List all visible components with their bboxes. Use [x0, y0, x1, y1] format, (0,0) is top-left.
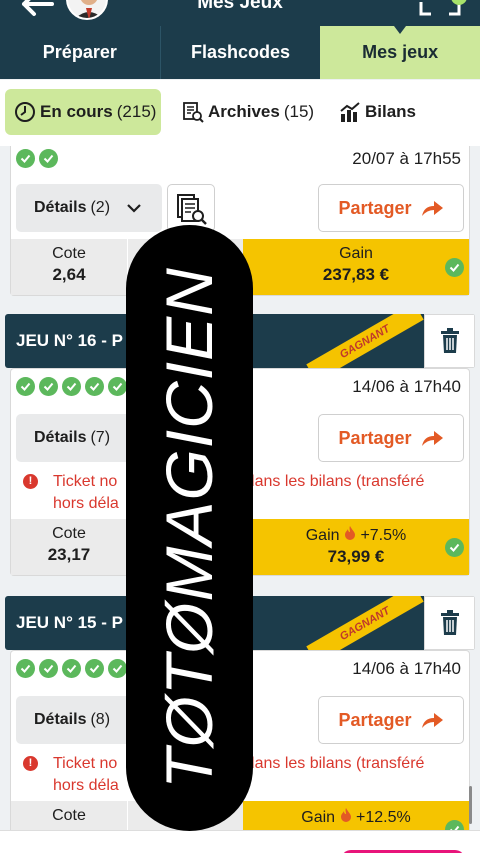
- details-button[interactable]: Détails (2): [16, 184, 162, 232]
- gain-value: 237,83 €: [322, 265, 390, 284]
- odds-label: Cote: [52, 245, 86, 262]
- result-checks: [16, 659, 131, 678]
- share-button[interactable]: Partager: [318, 414, 464, 462]
- gain-box: Gain +7.5% 73,99 €: [243, 519, 469, 575]
- subtab-en-cours-label: En cours: [40, 102, 113, 121]
- subtab-en-cours[interactable]: En cours (215): [5, 89, 161, 135]
- game-date: 20/07 à 17h55: [352, 149, 461, 168]
- top-bar: Mes Jeux: [0, 0, 480, 26]
- odds-label: Cote: [52, 807, 86, 824]
- share-label: Partager: [338, 197, 412, 218]
- warning-text-end: e dans les bilans (transféré: [232, 755, 425, 772]
- warning-text-line2: hors déla: [53, 495, 119, 512]
- trash-icon: [440, 610, 459, 635]
- sub-tabs: En cours (215) Archives (15) Bilans: [0, 80, 480, 146]
- result-checks: [16, 149, 62, 168]
- details-count: (8): [90, 711, 111, 728]
- scrollbar[interactable]: [469, 786, 472, 824]
- delete-button[interactable]: [424, 314, 475, 368]
- gain-label: Gain: [305, 527, 340, 544]
- details-label: Détails: [34, 199, 87, 216]
- check-icon: [445, 258, 464, 277]
- odds-value: 2,64: [52, 265, 86, 284]
- odds-box: Cote 23,17: [11, 519, 127, 575]
- check-icon: [39, 659, 58, 678]
- active-tab-caret: [394, 26, 407, 34]
- check-icon: [85, 377, 104, 396]
- gain-value: 73,99 €: [327, 547, 385, 566]
- game-date: 14/06 à 17h40: [352, 659, 461, 678]
- check-icon: [16, 149, 35, 168]
- trash-icon: [440, 328, 459, 353]
- alert-icon: !: [23, 474, 38, 489]
- winner-ribbon: GAGNANT: [306, 596, 424, 650]
- tab-mes-jeux[interactable]: Mes jeux: [320, 26, 480, 79]
- delete-button[interactable]: [424, 596, 475, 650]
- clock-icon: [15, 102, 35, 122]
- subtab-bilans-label: Bilans: [365, 102, 417, 121]
- details-count: (2): [90, 199, 111, 216]
- subtab-archives[interactable]: Archives (15): [182, 101, 314, 123]
- tab-flashcodes[interactable]: Flashcodes: [159, 26, 321, 79]
- gain-label: Gain: [339, 245, 373, 262]
- tab-preparer[interactable]: Préparer: [0, 26, 160, 79]
- details-count: (7): [90, 429, 111, 446]
- gain-bonus: +7.5%: [360, 527, 407, 544]
- result-checks: [16, 377, 131, 396]
- check-icon: [85, 659, 104, 678]
- share-label: Partager: [338, 427, 412, 448]
- watermark-text: TØTØMAGICIEN: [152, 267, 226, 789]
- bar-chart-icon: [340, 102, 360, 122]
- warning-text-line2: hors déla: [53, 777, 119, 794]
- share-arrow-icon: [421, 431, 443, 446]
- alert-icon: !: [23, 756, 38, 771]
- warning-text-end: e dans les bilans (transféré: [232, 473, 425, 490]
- check-icon: [445, 538, 464, 557]
- share-label: Partager: [338, 709, 412, 730]
- main-tabs: Préparer Flashcodes Mes jeux: [0, 26, 480, 79]
- archive-search-icon: [183, 102, 204, 123]
- ticket-search-icon: [177, 194, 207, 225]
- share-arrow-icon: [421, 201, 443, 216]
- odds-label: Cote: [52, 525, 86, 542]
- subtab-bilans[interactable]: Bilans: [339, 101, 416, 123]
- winner-ribbon: GAGNANT: [306, 314, 424, 368]
- fire-icon: [344, 526, 355, 540]
- check-icon: [108, 377, 127, 396]
- bottom-bar: [0, 830, 480, 853]
- warning-text-start: Ticket no: [53, 473, 118, 490]
- check-icon: [39, 377, 58, 396]
- subtab-archives-count: (15): [283, 102, 315, 121]
- gain-box: Gain 237,83 €: [243, 239, 469, 295]
- fire-icon: [340, 808, 351, 822]
- watermark: TØTØMAGICIEN: [126, 225, 253, 831]
- share-button[interactable]: Partager: [318, 184, 464, 232]
- check-icon: [39, 149, 58, 168]
- gain-bonus: +12.5%: [355, 809, 411, 826]
- chevron-down-icon: [127, 204, 141, 213]
- subtab-en-cours-count: (215): [116, 102, 157, 121]
- details-label: Détails: [34, 429, 87, 446]
- details-label: Détails: [34, 711, 87, 728]
- check-icon: [108, 659, 127, 678]
- gain-label-row: Gain +7.5%: [243, 525, 469, 545]
- subtab-archives-label: Archives: [208, 102, 280, 121]
- check-icon: [16, 659, 35, 678]
- check-icon: [16, 377, 35, 396]
- check-icon: [62, 659, 81, 678]
- gain-label-row: Gain +12.5%: [243, 807, 469, 827]
- game-title: JEU N° 15 - P: [16, 613, 123, 632]
- tab-mes-jeux-label: Mes jeux: [362, 42, 439, 62]
- game-date: 14/06 à 17h40: [352, 377, 461, 396]
- share-arrow-icon: [421, 713, 443, 728]
- check-icon: [62, 377, 81, 396]
- gain-label: Gain: [301, 809, 336, 826]
- warning-text-start: Ticket no: [53, 755, 118, 772]
- page-title: Mes Jeux: [197, 0, 283, 13]
- odds-value: 23,17: [47, 545, 91, 564]
- share-button[interactable]: Partager: [318, 696, 464, 744]
- odds-box: Cote 2,64: [11, 239, 127, 295]
- game-title: JEU N° 16 - P: [16, 331, 123, 350]
